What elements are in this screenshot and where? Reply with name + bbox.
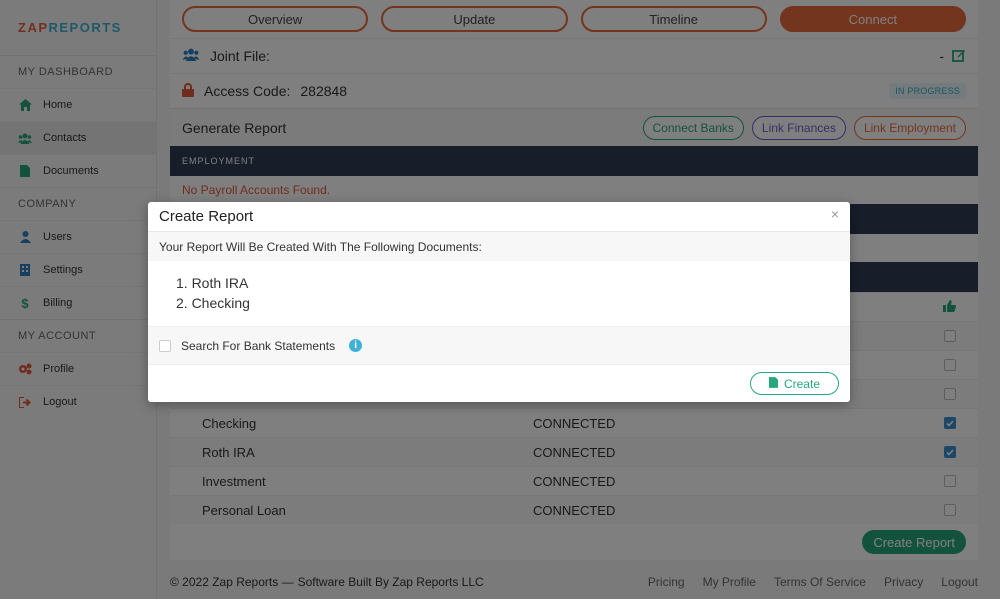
- close-icon[interactable]: ×: [831, 206, 839, 222]
- document-icon: [768, 376, 778, 391]
- info-icon[interactable]: i: [349, 339, 363, 352]
- modal-footer: Create: [148, 364, 850, 402]
- modal-title: Create Report: [159, 208, 254, 225]
- modal-header: Create Report ×: [148, 202, 850, 232]
- create-button-label: Create: [783, 376, 820, 391]
- bank-statements-checkbox[interactable]: [159, 339, 171, 352]
- bank-statements-label[interactable]: Search For Bank Statements: [181, 339, 335, 353]
- list-item: 1. Roth IRA: [176, 275, 249, 291]
- modal-subtitle: Your Report Will Be Created With The Fol…: [148, 232, 850, 261]
- list-item: 2. Checking: [176, 295, 250, 311]
- create-report-modal: Create Report × Your Report Will Be Crea…: [148, 202, 850, 402]
- document-list: 1. Roth IRA 2. Checking: [148, 261, 850, 326]
- create-button[interactable]: Create: [749, 372, 839, 395]
- bank-statements-option: Search For Bank Statements i: [148, 326, 850, 364]
